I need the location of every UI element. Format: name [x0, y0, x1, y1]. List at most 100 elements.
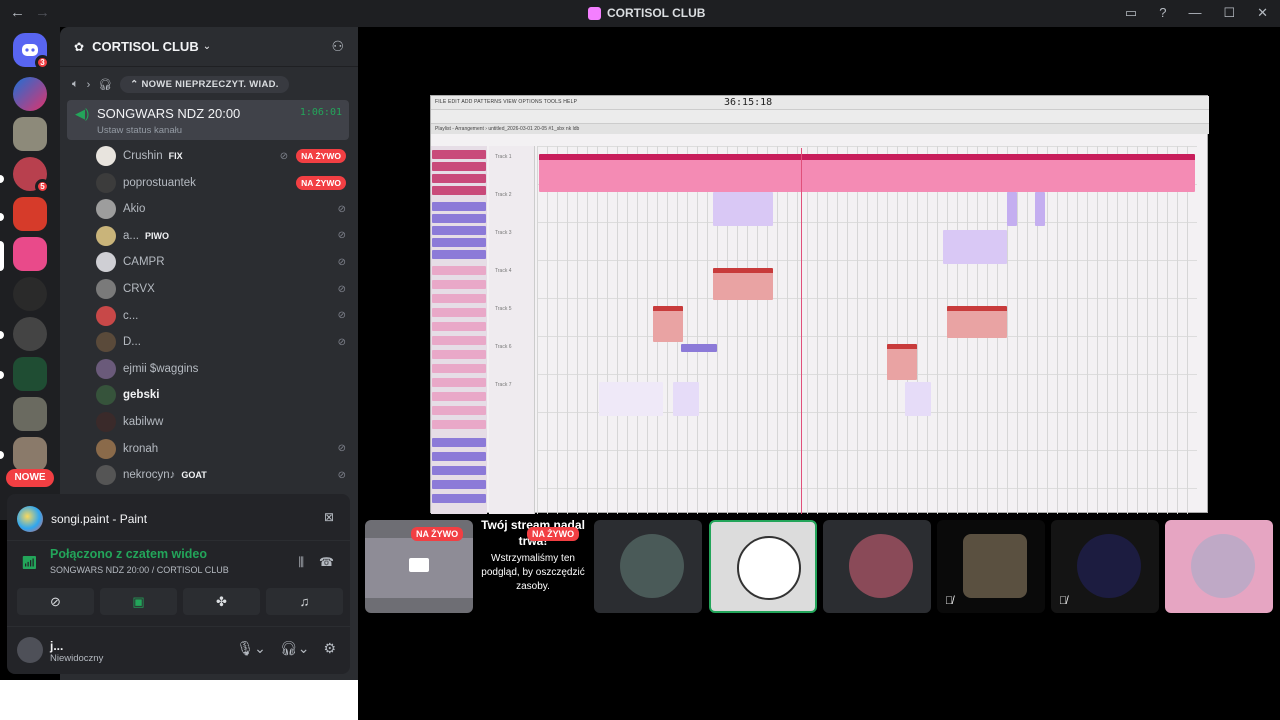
member-name: kronah [123, 442, 159, 455]
track-label: Track 2 [495, 192, 512, 198]
server-icon[interactable] [13, 357, 47, 391]
unread-row: 🔈︎ › 🎧︎ ⌃ NOWE NIEPRZECZYT. WIAD. [72, 76, 289, 93]
chevron-down-icon: ⌄ [202, 41, 212, 52]
add-member-icon[interactable]: ⚇ [331, 38, 344, 55]
pattern-clip[interactable] [599, 382, 663, 416]
server-icon[interactable] [13, 397, 47, 431]
pattern-clip[interactable] [713, 192, 773, 226]
member-tag: GOAT [181, 470, 207, 481]
server-header[interactable]: ✿ CORTISOL CLUB ⌄ ⚇ [60, 27, 358, 67]
maximize-button[interactable]: ☐ [1223, 5, 1235, 21]
voice-member[interactable]: Akio ⊘ [96, 197, 346, 221]
server-icon[interactable] [13, 197, 47, 231]
speaker-icon[interactable]: 🔈︎ [72, 78, 79, 91]
daw-menu-text: FILE EDIT ADD PATTERNS VIEW OPTIONS TOOL… [435, 99, 578, 105]
server-icon[interactable] [13, 317, 47, 351]
browser-item [432, 150, 486, 159]
back-arrow-icon[interactable]: ← [10, 4, 25, 21]
avatar [96, 172, 116, 193]
avatar[interactable] [17, 637, 43, 663]
audio-clip[interactable] [653, 306, 683, 342]
unread-pill [0, 331, 4, 339]
server-icon[interactable] [13, 277, 47, 311]
voice-channel-timer: 1:06:01 [299, 107, 342, 118]
server-list: 3 5 NOWE [0, 27, 60, 520]
microphone-icon[interactable]: 🎙︎⌄ [236, 640, 266, 657]
audio-clip[interactable] [947, 306, 1007, 338]
audio-clip[interactable] [539, 154, 1195, 192]
minimize-button[interactable]: — [1188, 5, 1201, 21]
avatar [96, 305, 116, 326]
browser-item [432, 420, 486, 429]
participant-tile[interactable] [823, 520, 931, 613]
gear-icon[interactable]: ⚙ [323, 640, 336, 657]
voice-member[interactable]: c... ⊘ [96, 304, 346, 328]
browser-item [432, 378, 486, 387]
voice-member[interactable]: poprostuantek NA ŻYWO [96, 171, 346, 195]
live-badge[interactable]: NA ŻYWO [296, 149, 346, 163]
voice-member[interactable]: kabilww [96, 410, 346, 434]
participant-tile-speaking[interactable] [709, 520, 817, 613]
pattern-clip[interactable] [1007, 192, 1017, 226]
close-button[interactable]: ✕ [1257, 5, 1268, 21]
home-button[interactable]: 3 [13, 33, 50, 70]
audio-clip[interactable] [887, 344, 917, 380]
window-controls: ▭ ? — ☐ ✕ [1125, 5, 1268, 21]
participant-tile[interactable] [1165, 520, 1273, 613]
server-icon[interactable] [13, 437, 47, 471]
inbox-icon[interactable]: ▭ [1125, 5, 1137, 21]
playhead[interactable] [801, 148, 802, 514]
headphones-icon[interactable]: 🎧︎⌄ [280, 640, 310, 657]
selected-pill [0, 241, 4, 271]
browser-item [432, 266, 486, 275]
window-title-text: CORTISOL CLUB [607, 6, 706, 20]
member-indicators: ⊘ [338, 443, 346, 454]
pattern-clip[interactable] [905, 382, 931, 416]
participant-tile[interactable] [594, 520, 702, 613]
forward-arrow-icon[interactable]: → [35, 4, 50, 21]
participant-avatar [1191, 534, 1255, 598]
new-unread-messages-pill[interactable]: ⌃ NOWE NIEPRZECZYT. WIAD. [120, 76, 289, 93]
voice-member[interactable]: CAMPR ⊘ [96, 250, 346, 274]
voice-member[interactable]: kronah ⊘ [96, 437, 346, 461]
server-icon[interactable] [13, 77, 47, 111]
help-icon[interactable]: ? [1159, 5, 1166, 21]
pattern-clip[interactable] [1035, 192, 1045, 226]
server-icon-selected[interactable] [13, 237, 47, 271]
browser-item [432, 174, 486, 183]
participant-tile[interactable]: 🎙̸ [937, 520, 1045, 613]
pattern-clip[interactable] [673, 382, 699, 416]
voice-member[interactable]: D... ⊘ [96, 330, 346, 354]
participant-strip: NA ŻYWO Twój stream nadal trwa! Wstrzyma… [0, 518, 1280, 613]
participant-tile[interactable]: 🎙̸ [1051, 520, 1159, 613]
server-icon[interactable]: 5 [13, 157, 50, 194]
member-name: Crushin [123, 150, 163, 162]
voice-member[interactable]: ejmii $waggins [96, 357, 346, 381]
screen-share-view[interactable]: FILE EDIT ADD PATTERNS VIEW OPTIONS TOOL… [430, 95, 1209, 514]
pattern-clip[interactable] [943, 230, 1007, 264]
browser-item [432, 336, 486, 345]
avatar [96, 358, 116, 379]
voice-member[interactable]: Crushin FIX ⊘ NA ŻYWO [96, 144, 346, 168]
browser-item [432, 494, 486, 503]
voice-channel[interactable]: ◀) SONGWARS NDZ 20:00 1:06:01 Ustaw stat… [67, 100, 349, 140]
user-controls: 🎙︎⌄ 🎧︎⌄ ⚙ [236, 640, 336, 657]
voice-member[interactable]: nekrocyn♪ GOAT ⊘ [96, 463, 346, 487]
server-icon[interactable] [13, 117, 47, 151]
audio-clip[interactable] [713, 268, 773, 300]
server-name: CORTISOL CLUB [92, 39, 199, 54]
muted-mic-icon: ⊘ [337, 203, 346, 215]
channel-status[interactable]: Ustaw status kanału [97, 125, 182, 136]
new-unreads-badge[interactable]: NOWE [6, 469, 54, 487]
track-label: Track 4 [495, 268, 512, 274]
live-badge[interactable]: NA ŻYWO [296, 175, 346, 190]
voice-member[interactable]: a... PIWO ⊘ [96, 224, 346, 248]
pattern-clip[interactable] [681, 344, 717, 352]
member-indicators: ⊘ [338, 470, 346, 481]
avatar [96, 225, 116, 246]
playlist-grid[interactable] [537, 146, 1197, 514]
voice-member[interactable]: gebski [96, 383, 346, 407]
headphones-icon[interactable]: 🎧︎ [98, 78, 112, 91]
voice-member[interactable]: CRVX ⊘ [96, 277, 346, 301]
daw-menu: FILE EDIT ADD PATTERNS VIEW OPTIONS TOOL… [431, 96, 1209, 110]
